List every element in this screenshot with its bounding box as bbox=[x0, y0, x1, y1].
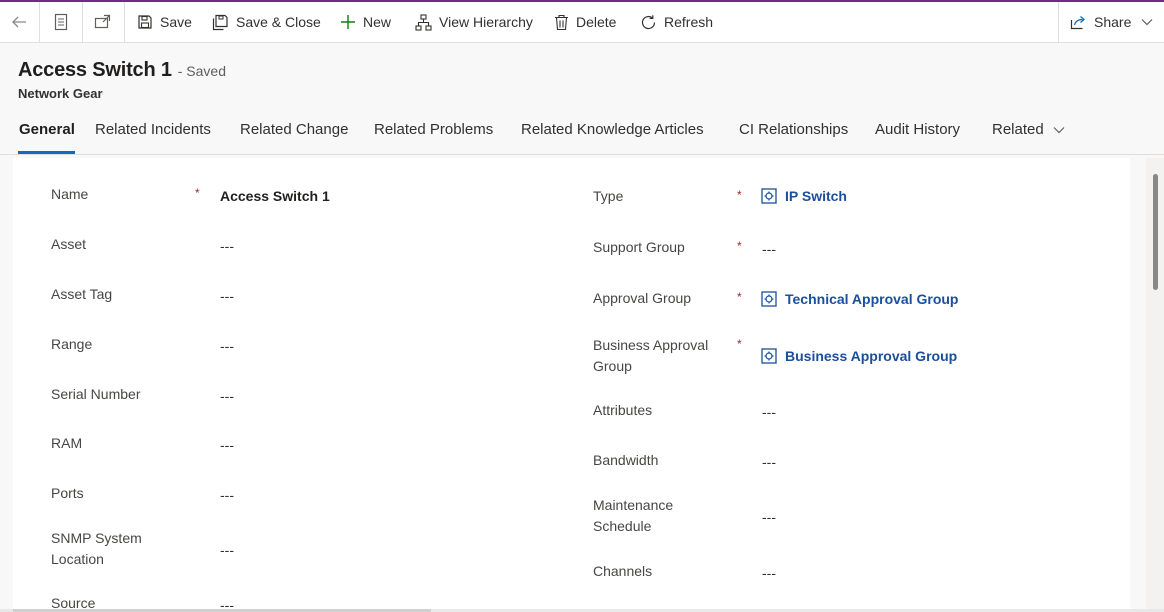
field-value-snmp-system-location[interactable]: --- bbox=[220, 542, 234, 558]
field-value-asset-tag[interactable]: --- bbox=[220, 288, 234, 304]
lookup-business-approval-group[interactable]: Business Approval Group bbox=[761, 348, 957, 364]
view-hierarchy-button[interactable]: View Hierarchy bbox=[415, 2, 533, 42]
required-indicator: * bbox=[737, 188, 742, 202]
field-label-support-group: Support Group bbox=[593, 239, 685, 255]
refresh-label: Refresh bbox=[664, 14, 714, 30]
tab-general[interactable]: General bbox=[19, 121, 75, 138]
field-label-line: Group bbox=[593, 358, 632, 374]
lookup-record-icon bbox=[761, 188, 777, 204]
field-label-approval-group: Approval Group bbox=[593, 290, 692, 306]
scrollbar-thumb[interactable] bbox=[1153, 174, 1158, 290]
required-indicator: * bbox=[737, 239, 742, 253]
lookup-type[interactable]: IP Switch bbox=[761, 188, 847, 204]
required-indicator: * bbox=[737, 290, 742, 304]
field-label-business-approval-group: Business Approval Group bbox=[593, 335, 708, 377]
new-button[interactable]: New bbox=[340, 2, 391, 42]
lookup-business-approval-group-value: Business Approval Group bbox=[785, 348, 958, 364]
tabs-divider bbox=[0, 154, 1164, 155]
save-close-icon bbox=[212, 14, 228, 30]
field-value-ram[interactable]: --- bbox=[220, 437, 234, 453]
field-value-name[interactable]: Access Switch 1 bbox=[220, 188, 330, 204]
field-value-bandwidth[interactable]: --- bbox=[762, 454, 776, 470]
save-status: - Saved bbox=[177, 63, 226, 79]
field-label-line: Business Approval bbox=[593, 337, 709, 353]
field-value-support-group[interactable]: --- bbox=[762, 241, 776, 257]
lookup-approval-group[interactable]: Technical Approval Group bbox=[761, 291, 958, 307]
tab-related-knowledge-articles[interactable]: Related Knowledge Articles bbox=[521, 121, 704, 138]
save-icon bbox=[138, 15, 152, 29]
field-value-ports[interactable]: --- bbox=[220, 487, 234, 503]
open-in-new-window-icon bbox=[94, 14, 111, 29]
toolbar-divider bbox=[82, 2, 83, 42]
tab-related[interactable]: Related bbox=[992, 121, 1065, 138]
field-label-range: Range bbox=[51, 336, 93, 352]
form-section bbox=[13, 158, 1130, 612]
chevron-down-icon bbox=[1053, 126, 1065, 133]
tab-audit-history[interactable]: Audit History bbox=[875, 121, 960, 138]
new-label: New bbox=[363, 14, 392, 30]
back-button[interactable] bbox=[10, 2, 28, 42]
form-selector-button[interactable] bbox=[53, 2, 69, 42]
field-label-attributes: Attributes bbox=[593, 402, 653, 418]
share-label: Share bbox=[1094, 14, 1132, 30]
save-and-close-button[interactable]: Save & Close bbox=[212, 2, 321, 42]
field-label-line: Location bbox=[51, 551, 104, 567]
form-icon bbox=[54, 13, 68, 31]
field-label-name: Name bbox=[51, 186, 89, 202]
share-button[interactable]: Share bbox=[1070, 2, 1153, 42]
open-in-new-window-button[interactable] bbox=[94, 2, 112, 42]
field-label-line: Maintenance bbox=[593, 497, 674, 513]
field-value-range[interactable]: --- bbox=[220, 338, 234, 354]
field-label-ram: RAM bbox=[51, 435, 83, 451]
field-value-channels[interactable]: --- bbox=[762, 565, 776, 581]
trash-icon bbox=[555, 14, 568, 30]
command-bar: Save Save & Close New View Hierarchy Del… bbox=[0, 2, 1164, 43]
plus-icon bbox=[341, 15, 355, 29]
lookup-record-icon bbox=[761, 348, 777, 364]
field-label-asset-tag: Asset Tag bbox=[51, 286, 113, 302]
tab-related-incidents[interactable]: Related Incidents bbox=[95, 121, 211, 138]
field-value-serial-number[interactable]: --- bbox=[220, 388, 234, 404]
field-value-attributes[interactable]: --- bbox=[762, 404, 776, 420]
field-value-asset[interactable]: --- bbox=[220, 238, 234, 254]
field-label-asset: Asset bbox=[51, 236, 87, 252]
toolbar-divider bbox=[1058, 2, 1059, 42]
toolbar-divider bbox=[39, 2, 40, 42]
required-indicator: * bbox=[737, 337, 742, 351]
entity-name: Network Gear bbox=[18, 86, 103, 101]
delete-label: Delete bbox=[576, 14, 617, 30]
refresh-button[interactable]: Refresh bbox=[640, 2, 713, 42]
save-and-close-label: Save & Close bbox=[236, 14, 321, 30]
save-button[interactable]: Save bbox=[137, 2, 192, 42]
delete-button[interactable]: Delete bbox=[554, 2, 616, 42]
lookup-type-value: IP Switch bbox=[785, 188, 847, 204]
record-title: Access Switch 1 bbox=[18, 59, 172, 81]
field-label-line: Schedule bbox=[593, 518, 652, 534]
save-label: Save bbox=[160, 14, 192, 30]
tab-related-label: Related bbox=[992, 121, 1044, 138]
share-icon bbox=[1070, 15, 1085, 29]
lookup-approval-group-value: Technical Approval Group bbox=[785, 291, 959, 307]
field-label-channels: Channels bbox=[593, 563, 653, 579]
field-value-maintenance-schedule[interactable]: --- bbox=[762, 509, 776, 525]
refresh-icon bbox=[641, 14, 656, 29]
field-label-ports: Ports bbox=[51, 485, 84, 501]
lookup-record-icon bbox=[761, 291, 777, 307]
back-arrow-icon bbox=[12, 16, 26, 28]
field-label-line: SNMP System bbox=[51, 530, 142, 546]
chevron-down-icon bbox=[1141, 19, 1153, 26]
record-header: Access Switch 1 - Saved bbox=[18, 59, 226, 82]
view-hierarchy-label: View Hierarchy bbox=[439, 14, 533, 30]
field-label-type: Type bbox=[593, 188, 624, 204]
required-indicator: * bbox=[195, 186, 200, 200]
hierarchy-icon bbox=[415, 13, 432, 31]
tab-related-change[interactable]: Related Change bbox=[240, 121, 348, 138]
tab-related-problems[interactable]: Related Problems bbox=[374, 121, 493, 138]
toolbar-divider bbox=[124, 2, 125, 42]
field-label-bandwidth: Bandwidth bbox=[593, 452, 659, 468]
field-label-maintenance-schedule: Maintenance Schedule bbox=[593, 495, 673, 537]
field-label-snmp-system-location: SNMP System Location bbox=[51, 528, 142, 570]
field-label-serial-number: Serial Number bbox=[51, 386, 141, 402]
tab-ci-relationships[interactable]: CI Relationships bbox=[739, 121, 848, 138]
